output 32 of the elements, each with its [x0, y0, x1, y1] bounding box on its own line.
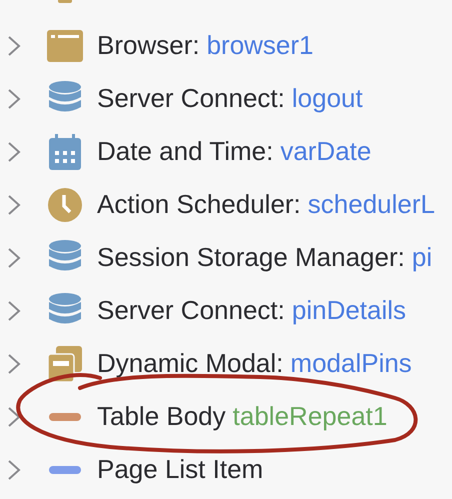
bar-icon: [49, 466, 81, 474]
component-label: Table Body: [97, 401, 226, 432]
expand-chevron[interactable]: [7, 34, 21, 56]
component-name: modalPins: [290, 348, 412, 379]
browser-window-icon: [47, 30, 83, 62]
component-label: Session Storage Manager:: [97, 242, 405, 273]
expand-chevron[interactable]: [7, 458, 21, 480]
component-name: schedulerL: [308, 189, 435, 220]
component-name: pi: [412, 242, 432, 273]
bar-icon: [49, 412, 81, 420]
expand-chevron[interactable]: [7, 140, 21, 162]
expand-chevron[interactable]: [7, 406, 21, 428]
expand-chevron[interactable]: [7, 352, 21, 374]
component-label: Date and Time:: [97, 136, 274, 167]
component-name: browser1: [206, 30, 314, 61]
component-label: Page List Item: [97, 454, 264, 485]
component-label: Dynamic Modal:: [97, 348, 284, 379]
expand-chevron[interactable]: [7, 194, 21, 216]
calendar-icon: [49, 134, 81, 170]
component-name: pinDetails: [292, 295, 406, 326]
component-label: Action Scheduler:: [97, 189, 301, 220]
expand-chevron[interactable]: [7, 88, 21, 110]
component-name: tableRepeat1: [232, 401, 388, 432]
expand-chevron[interactable]: [7, 246, 21, 268]
component-name: varDate: [280, 136, 372, 167]
expand-chevron[interactable]: [7, 300, 21, 322]
component-label: Server Connect:: [97, 295, 285, 326]
stacked-windows-icon: [48, 346, 82, 382]
clock-icon: [48, 188, 82, 222]
component-name: logout: [292, 83, 363, 114]
component-label: Server Connect:: [97, 83, 285, 114]
component-label: Browser:: [97, 30, 200, 61]
